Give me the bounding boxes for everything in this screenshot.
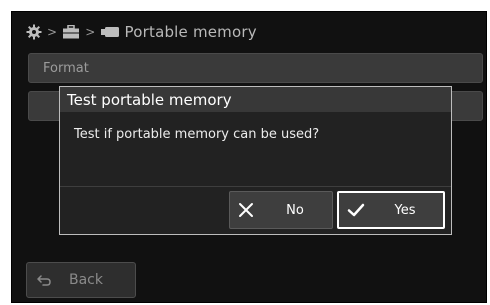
no-button[interactable]: No — [229, 191, 333, 229]
gear-icon[interactable] — [26, 24, 42, 40]
yes-label: Yes — [394, 202, 416, 218]
toolbox-icon[interactable] — [62, 25, 80, 39]
usb-drive-icon — [100, 27, 119, 37]
back-button[interactable]: Back — [26, 262, 136, 298]
yes-button[interactable]: Yes — [337, 191, 445, 229]
back-label: Back — [69, 272, 103, 288]
menu-item-label: Format — [43, 60, 89, 76]
dialog-divider — [60, 186, 451, 187]
breadcrumb-current: Portable memory — [124, 23, 257, 41]
no-label: No — [286, 202, 304, 218]
dialog-message: Test if portable memory can be used? — [74, 127, 320, 142]
menu-item-format[interactable]: Format — [28, 53, 483, 83]
test-memory-dialog: Test portable memory Test if portable me… — [59, 86, 452, 235]
app-window: > > Portable memory Format Back Test por… — [11, 11, 487, 303]
breadcrumb: > > Portable memory — [26, 20, 257, 44]
chevron-right-icon: > — [85, 25, 96, 39]
chevron-right-icon: > — [47, 25, 58, 39]
return-arrow-icon — [37, 274, 51, 286]
dialog-title: Test portable memory — [60, 87, 451, 112]
